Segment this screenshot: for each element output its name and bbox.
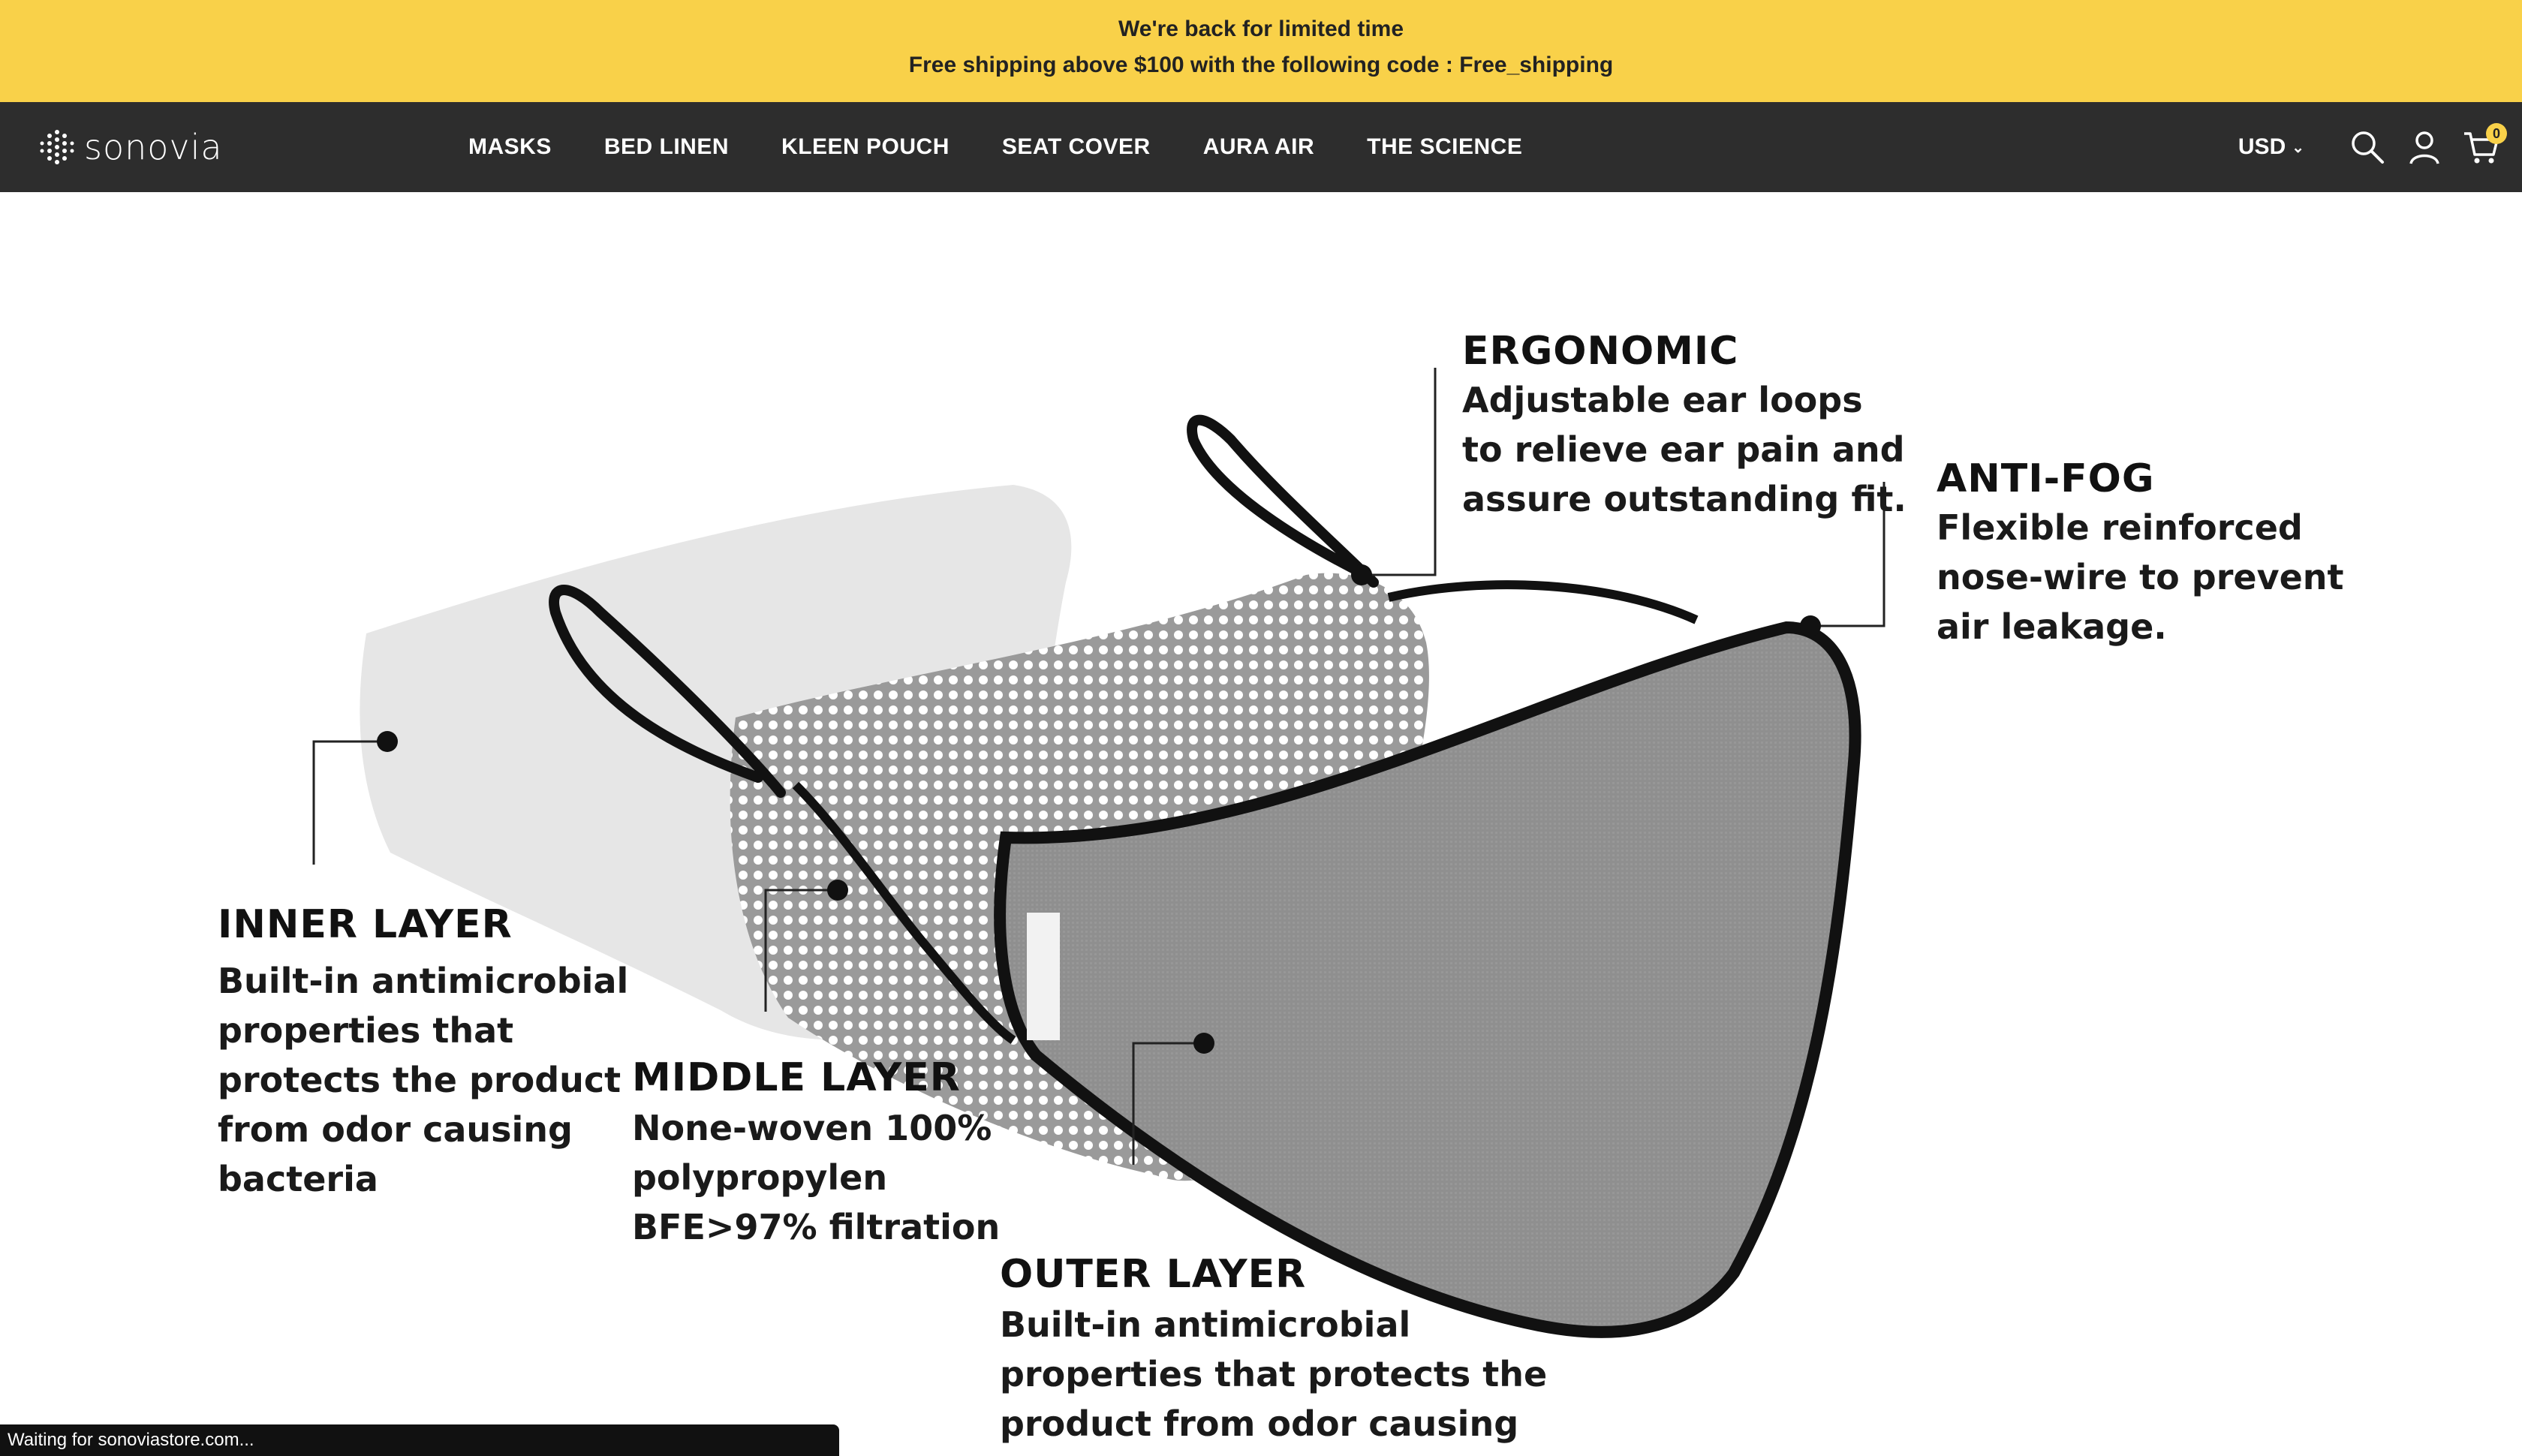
outer-layer-line: properties that protects the	[1000, 1354, 1548, 1394]
inner-layer-title: INNER LAYER	[218, 902, 513, 947]
middle-layer-line: polypropylen	[632, 1157, 888, 1198]
middle-layer-line: BFE>97% filtration	[632, 1207, 1001, 1247]
menu-item-aura-air[interactable]: AURA AIR	[1203, 134, 1314, 160]
main-navigation: sonovia MASKS BED LINEN KLEEN POUCH SEAT…	[0, 102, 2522, 192]
menu-item-masks[interactable]: MASKS	[468, 134, 552, 160]
antifog-title: ANTI-FOG	[1937, 456, 2155, 501]
ergonomic-line: assure outstanding fit.	[1462, 479, 1907, 519]
middle-layer-title: MIDDLE LAYER	[632, 1055, 961, 1100]
antifog-line: air leakage.	[1937, 606, 2167, 647]
middle-layer-line: None-woven 100%	[632, 1108, 992, 1148]
announcement-line-1: We're back for limited time	[1118, 17, 1404, 41]
outer-layer-title: OUTER LAYER	[1000, 1252, 1307, 1297]
middle-layer-dot	[827, 880, 848, 901]
logo-mark-icon	[40, 130, 74, 164]
inner-layer-line: Built-in antimicrobial	[218, 961, 629, 1001]
inner-layer-callout: INNER LAYER Built-in antimicrobial prope…	[218, 902, 628, 1204]
search-icon[interactable]	[2348, 128, 2387, 167]
primary-menu: MASKS BED LINEN KLEEN POUCH SEAT COVER A…	[468, 102, 1575, 192]
inner-layer-line: bacteria	[218, 1159, 378, 1199]
menu-item-kleen-pouch[interactable]: KLEEN POUCH	[781, 134, 950, 160]
mask-layers-diagram: INNER LAYER Built-in antimicrobial prope…	[0, 192, 2522, 1456]
outer-layer-line: product from odor causing	[1000, 1403, 1519, 1444]
currency-label: USD	[2238, 134, 2286, 159]
antifog-line: Flexible reinforced	[1937, 507, 2303, 548]
antifog-line: nose-wire to prevent	[1937, 557, 2344, 597]
account-icon[interactable]	[2405, 128, 2444, 167]
ergonomic-line: to relieve ear pain and	[1462, 429, 1905, 470]
mask-tag	[1027, 913, 1060, 1040]
antifog-dot	[1800, 615, 1821, 636]
outer-layer-line: Built-in antimicrobial	[1000, 1304, 1411, 1345]
browser-status-bar: Waiting for sonoviastore.com...	[0, 1424, 839, 1456]
ergonomic-line: Adjustable ear loops	[1462, 380, 1863, 420]
logo-text: sonovia	[84, 127, 223, 167]
announcement-line-2: Free shipping above $100 with the follow…	[908, 53, 1614, 77]
logo[interactable]: sonovia	[39, 125, 223, 170]
cart-count-badge: 0	[2486, 123, 2507, 144]
chevron-down-icon: ⌄	[2292, 139, 2304, 156]
inner-layer-dot	[377, 731, 398, 752]
menu-item-seat-cover[interactable]: SEAT COVER	[1002, 134, 1151, 160]
ergonomic-dot	[1351, 564, 1372, 585]
outer-layer-callout: OUTER LAYER Built-in antimicrobial prope…	[1000, 1252, 1547, 1448]
antifog-callout: ANTI-FOG Flexible reinforced nose-wire t…	[1937, 456, 2344, 651]
menu-item-bed-linen[interactable]: BED LINEN	[604, 134, 729, 160]
inner-layer-line: protects the product	[218, 1060, 621, 1100]
outer-layer-dot	[1193, 1033, 1214, 1054]
announcement-bar: We're back for limited time Free shippin…	[0, 0, 2522, 102]
cart-icon[interactable]: 0	[2462, 123, 2507, 167]
currency-selector[interactable]: USD ⌄	[2238, 134, 2304, 160]
menu-item-the-science[interactable]: THE SCIENCE	[1367, 134, 1522, 160]
ergonomic-callout: ERGONOMIC Adjustable ear loops to reliev…	[1462, 329, 1907, 524]
header-actions: USD ⌄ 0	[2238, 102, 2507, 192]
middle-layer-callout: MIDDLE LAYER None-woven 100% polypropyle…	[632, 1055, 1000, 1252]
right-ear-loop	[1187, 414, 1379, 588]
inner-layer-line: from odor causing	[218, 1109, 573, 1150]
inner-layer-line: properties that	[218, 1010, 514, 1051]
ergonomic-title: ERGONOMIC	[1462, 329, 1739, 374]
